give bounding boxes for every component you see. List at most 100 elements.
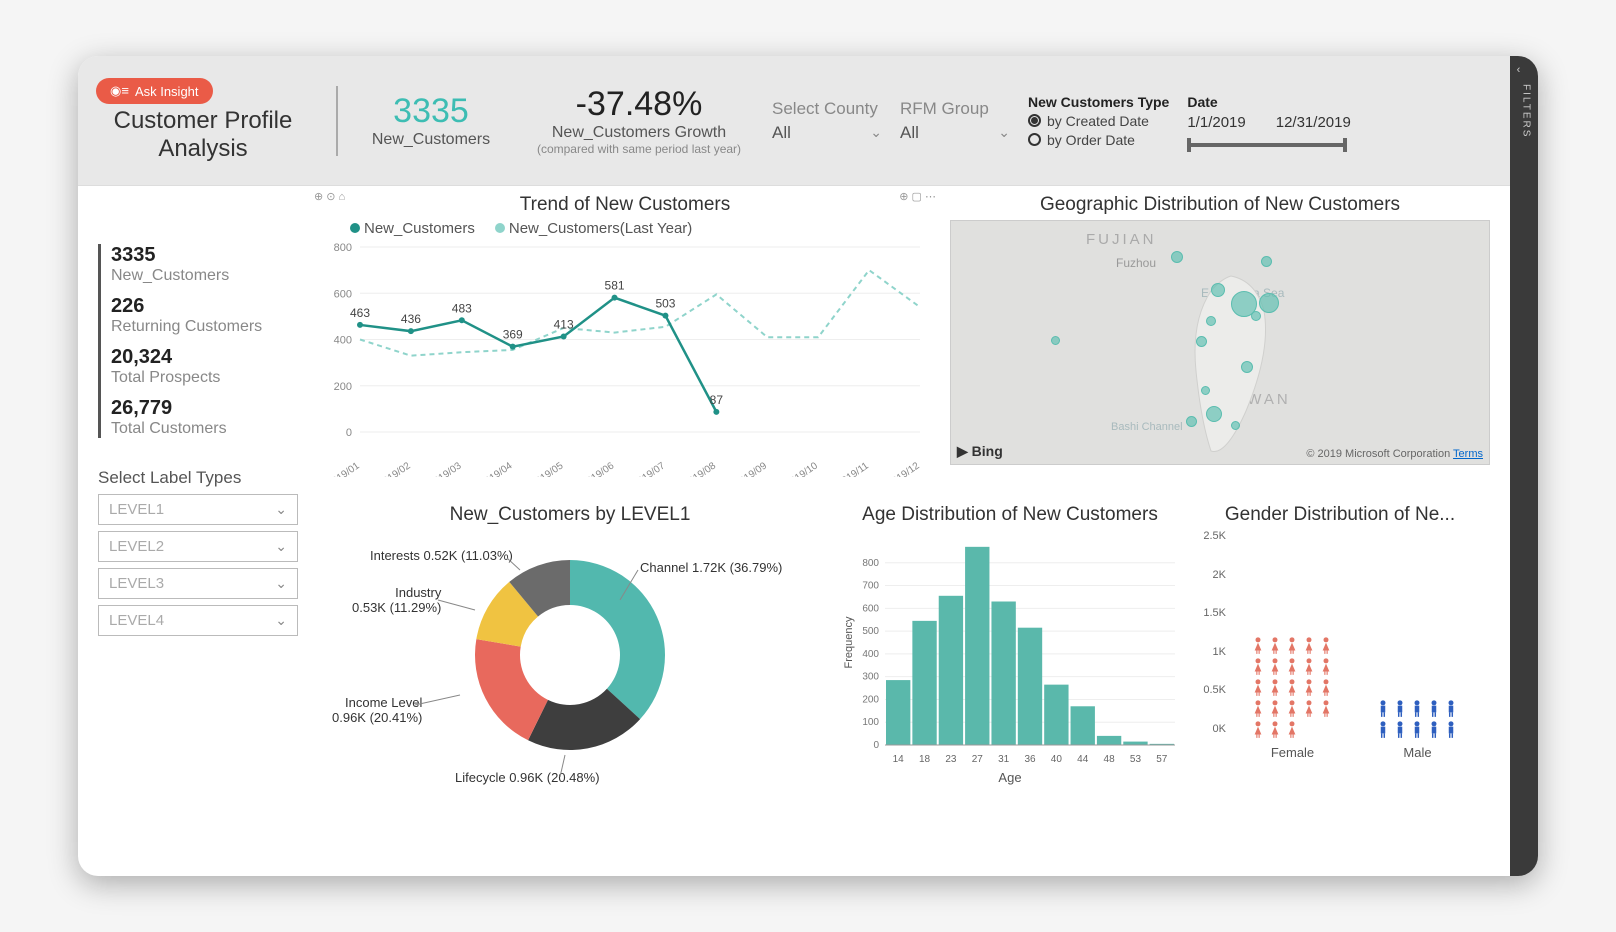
svg-text:18: 18 xyxy=(919,754,931,765)
radio-created-date[interactable]: by Created Date xyxy=(1028,113,1169,129)
svg-text:2019/09: 2019/09 xyxy=(733,460,769,477)
radio-icon xyxy=(1028,114,1041,127)
svg-text:413: 413 xyxy=(554,317,574,331)
summary-stats: 3335New_Customers 226Returning Customers… xyxy=(98,244,298,438)
gender-label: Male xyxy=(1403,745,1431,760)
svg-text:503: 503 xyxy=(655,297,675,311)
kpi-value: 3335 xyxy=(356,92,506,131)
kpi-note: (compared with same period last year) xyxy=(524,142,754,156)
chart-title: Geographic Distribution of New Customers xyxy=(950,194,1490,216)
svg-text:14: 14 xyxy=(893,754,905,765)
svg-text:483: 483 xyxy=(452,301,472,315)
age-histogram[interactable]: Age Distribution of New Customers 010020… xyxy=(840,504,1180,790)
svg-text:0: 0 xyxy=(346,427,352,439)
age-svg: 0100200300400500600700800Frequency141823… xyxy=(840,530,1180,770)
svg-text:463: 463 xyxy=(350,306,370,320)
stat-value: 26,779 xyxy=(111,397,298,420)
svg-text:600: 600 xyxy=(862,603,879,614)
svg-text:2019/04: 2019/04 xyxy=(479,460,515,477)
svg-text:2019/12: 2019/12 xyxy=(886,460,922,477)
svg-text:36: 36 xyxy=(1024,754,1036,765)
map-body[interactable]: FUJIAN Fuzhou East China Sea Lalu Island… xyxy=(950,220,1490,465)
kpi-label: New_Customers xyxy=(356,131,506,149)
svg-text:2019/06: 2019/06 xyxy=(580,460,616,477)
svg-text:600: 600 xyxy=(334,288,352,300)
radio-icon xyxy=(1028,133,1041,146)
drill-icons[interactable]: ⊕ ⊙ ⌂ xyxy=(314,190,345,203)
map-label: Bashi Channel xyxy=(1111,421,1183,433)
svg-text:87: 87 xyxy=(710,393,724,407)
date-label: Date xyxy=(1187,94,1350,110)
svg-text:57: 57 xyxy=(1156,754,1168,765)
radio-order-date[interactable]: by Order Date xyxy=(1028,132,1169,148)
chart-menu-icons[interactable]: ⊕ ▢ ⋯ xyxy=(899,190,936,203)
gender-label: Female xyxy=(1271,745,1314,760)
gender-chart[interactable]: Gender Distribution of Ne... 2.5K2K1.5K1… xyxy=(1190,504,1490,790)
terms-link[interactable]: Terms xyxy=(1453,448,1483,460)
stat-label: Total Customers xyxy=(111,420,298,438)
male-pictogram xyxy=(1377,700,1459,739)
svg-text:23: 23 xyxy=(945,754,957,765)
svg-text:31: 31 xyxy=(998,754,1010,765)
chevron-down-icon: ⌄ xyxy=(275,575,287,592)
stat-value: 226 xyxy=(111,295,298,318)
svg-text:100: 100 xyxy=(862,717,879,728)
svg-text:Frequency: Frequency xyxy=(843,616,855,668)
date-end[interactable]: 12/31/2019 xyxy=(1276,114,1351,131)
svg-text:300: 300 xyxy=(862,672,879,683)
level4-dropdown[interactable]: LEVEL4⌄ xyxy=(98,605,298,636)
svg-text:44: 44 xyxy=(1077,754,1089,765)
map-chart[interactable]: Geographic Distribution of New Customers… xyxy=(950,194,1490,494)
stat-label: New_Customers xyxy=(111,267,298,285)
stat-label: Total Prospects xyxy=(111,369,298,387)
kpi-growth: -37.48% New_Customers Growth (compared w… xyxy=(524,85,754,156)
chart-legend: New_Customers New_Customers(Last Year) xyxy=(350,220,940,237)
chevron-down-icon: ⌄ xyxy=(275,612,287,629)
svg-text:2019/05: 2019/05 xyxy=(529,460,565,477)
map-city-label: Fuzhou xyxy=(1116,256,1156,270)
level1-dropdown[interactable]: LEVEL1⌄ xyxy=(98,494,298,525)
svg-text:700: 700 xyxy=(862,581,879,592)
divider xyxy=(336,86,338,156)
svg-text:400: 400 xyxy=(862,649,879,660)
svg-text:27: 27 xyxy=(972,754,984,765)
map-region-label: FUJIAN xyxy=(1086,231,1157,248)
svg-text:436: 436 xyxy=(401,312,421,326)
svg-text:500: 500 xyxy=(862,626,879,637)
gender-y-axis: 2.5K2K1.5K1K0.5K0K xyxy=(1190,530,1230,735)
trend-chart[interactable]: ⊕ ⊙ ⌂ ⊕ ▢ ⋯ Trend of New Customers New_C… xyxy=(310,194,940,494)
svg-text:369: 369 xyxy=(503,328,523,342)
rfm-dropdown[interactable]: All ⌄ xyxy=(900,123,1010,143)
svg-text:2019/07: 2019/07 xyxy=(631,460,667,477)
donut-chart[interactable]: New_Customers by LEVEL1 Interests 0.52K … xyxy=(310,504,830,790)
svg-text:2019/03: 2019/03 xyxy=(428,460,464,477)
svg-text:200: 200 xyxy=(862,694,879,705)
svg-text:2019/02: 2019/02 xyxy=(377,460,413,477)
date-slider[interactable] xyxy=(1187,143,1347,147)
svg-text:581: 581 xyxy=(605,279,625,293)
svg-text:800: 800 xyxy=(862,558,879,569)
chart-title: New_Customers by LEVEL1 xyxy=(310,504,830,526)
select-rfm: RFM Group All ⌄ xyxy=(900,99,1010,143)
chart-title: Trend of New Customers xyxy=(310,194,940,216)
radio-group-label: New Customers Type xyxy=(1028,94,1169,110)
label-types-section: Select Label Types LEVEL1⌄ LEVEL2⌄ LEVEL… xyxy=(98,468,298,642)
chart-title: Age Distribution of New Customers xyxy=(840,504,1180,526)
map-copyright: © 2019 Microsoft Corporation Terms xyxy=(1306,448,1483,460)
chart-title: Gender Distribution of Ne... xyxy=(1190,504,1490,526)
date-start[interactable]: 1/1/2019 xyxy=(1187,114,1245,131)
filters-label: FILTERS xyxy=(1520,64,1531,138)
chevron-down-icon: ⌄ xyxy=(870,124,882,141)
level3-dropdown[interactable]: LEVEL3⌄ xyxy=(98,568,298,599)
county-dropdown[interactable]: All ⌄ xyxy=(772,123,882,143)
filters-panel[interactable]: ‹ FILTERS xyxy=(1510,56,1538,876)
select-county: Select County All ⌄ xyxy=(772,99,882,143)
level2-dropdown[interactable]: LEVEL2⌄ xyxy=(98,531,298,562)
svg-text:40: 40 xyxy=(1051,754,1063,765)
ask-insight-button[interactable]: ◉≡ Ask Insight xyxy=(96,78,213,104)
svg-text:2019/11: 2019/11 xyxy=(835,460,871,477)
date-range: Date 1/1/2019 12/31/2019 xyxy=(1187,94,1350,147)
svg-text:800: 800 xyxy=(334,242,352,254)
trend-svg: 02004006008002019/012019/022019/032019/0… xyxy=(310,237,930,477)
svg-text:200: 200 xyxy=(334,381,352,393)
